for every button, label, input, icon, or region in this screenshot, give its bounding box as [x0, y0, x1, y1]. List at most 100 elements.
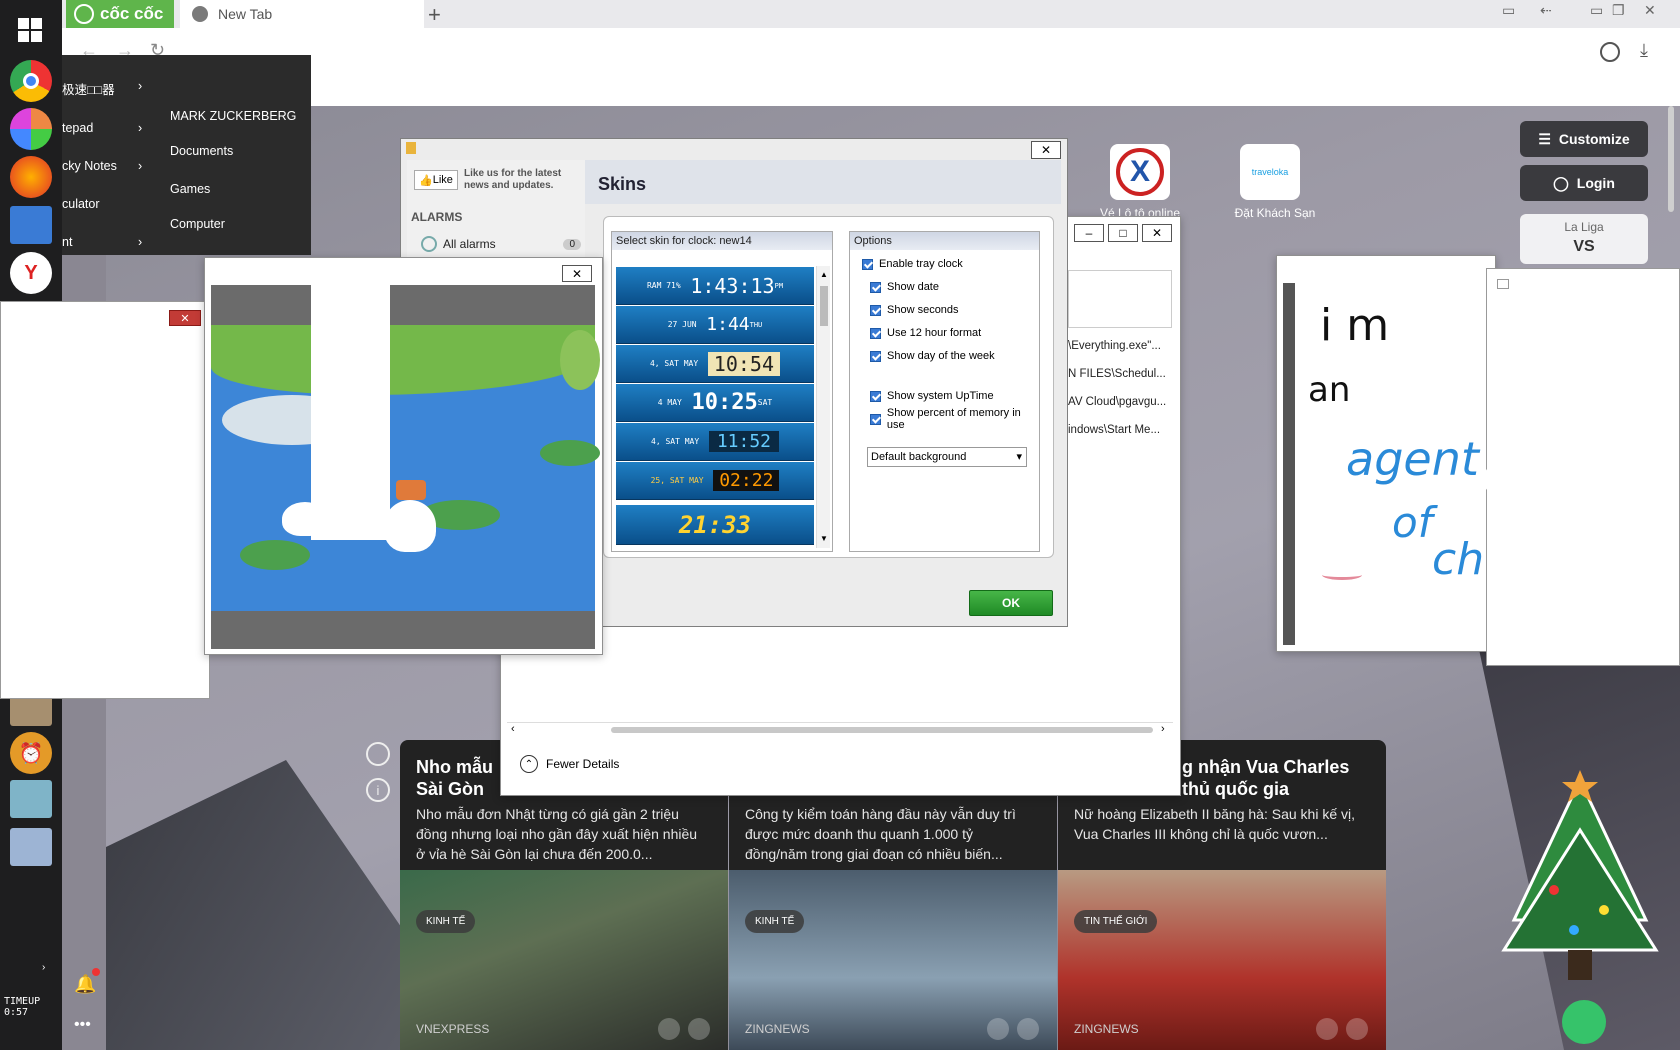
scroll-down-button[interactable] — [1562, 1000, 1606, 1044]
process-path-row[interactable]: indows\Start Me... — [1068, 424, 1178, 436]
skins-close-button[interactable]: ✕ — [1031, 141, 1061, 159]
process-path-row[interactable]: \Everything.exe"... — [1068, 340, 1178, 352]
windows-start-icon[interactable] — [18, 18, 42, 42]
skin-option[interactable]: 4, SAT MAY 10:54 — [616, 345, 814, 383]
more-options-icon[interactable] — [688, 1018, 710, 1040]
profile-icon[interactable] — [1600, 42, 1620, 62]
notes-taskbar-icon[interactable] — [10, 780, 52, 818]
start-link-computer[interactable]: Computer — [170, 217, 225, 231]
like-icon[interactable] — [987, 1018, 1009, 1040]
start-item-2[interactable]: cky Notes › — [62, 159, 152, 173]
skin-option[interactable]: 4, SAT MAY 11:52 — [616, 423, 814, 461]
maximize-button[interactable]: □ — [1108, 224, 1138, 242]
monitor-taskbar-icon[interactable] — [10, 828, 52, 866]
notification-bell-icon[interactable]: 🔔 — [74, 974, 96, 995]
game-close-button[interactable]: ✕ — [562, 265, 592, 282]
checkbox-checked-icon[interactable] — [870, 304, 881, 316]
scroll-up-icon[interactable]: ▲ — [820, 270, 828, 279]
all-alarms-item[interactable]: All alarms 0 — [421, 236, 581, 252]
like-icon[interactable] — [1316, 1018, 1338, 1040]
background-select-value: Default background — [871, 451, 967, 463]
news-source[interactable]: VNEXPRESS — [416, 1022, 489, 1036]
new-tab-plus-icon[interactable]: + — [428, 2, 441, 28]
minimize-button[interactable]: – — [1074, 224, 1104, 242]
news-source[interactable]: ZINGNEWS — [745, 1022, 810, 1036]
scroll-down-icon[interactable]: ▼ — [820, 534, 828, 543]
scrollbar-thumb[interactable] — [611, 727, 1153, 733]
blank-window-close-button[interactable]: ✕ — [169, 310, 201, 326]
process-path-row[interactable]: AV Cloud\pgavgu... — [1068, 396, 1178, 408]
more-options-icon[interactable] — [1346, 1018, 1368, 1040]
start-item-label: nt — [62, 235, 73, 249]
fewer-details-button[interactable]: ⌃ Fewer Details — [520, 755, 619, 773]
login-button[interactable]: ◯ Login — [1520, 165, 1648, 201]
start-item-1[interactable]: tepad › — [62, 121, 152, 135]
option-memory-percent[interactable]: Show percent of memory in use — [870, 407, 1039, 431]
page-scrollbar[interactable] — [1668, 106, 1674, 212]
more-options-icon[interactable] — [1017, 1018, 1039, 1040]
option-show-seconds[interactable]: Show seconds — [870, 302, 959, 318]
goose-sprite[interactable] — [282, 502, 328, 536]
browser-colorful-icon[interactable] — [10, 108, 52, 150]
coccoc-brand-button[interactable]: cốc cốc — [66, 0, 174, 28]
start-item-4[interactable]: nt › — [62, 235, 152, 249]
skin-option[interactable]: 4 MAY 10:25 SAT — [616, 384, 814, 422]
option-show-date[interactable]: Show date — [870, 279, 939, 295]
settings-gear-icon[interactable] — [366, 742, 390, 766]
option-enable-tray-clock[interactable]: Enable tray clock — [862, 256, 963, 272]
checkbox-checked-icon[interactable] — [870, 390, 881, 402]
restore-icon[interactable]: ❐ — [1612, 2, 1625, 19]
more-dots-icon[interactable]: ••• — [74, 1016, 91, 1034]
start-link-user[interactable]: MARK ZUCKERBERG — [170, 109, 296, 123]
info-icon[interactable]: i — [366, 778, 390, 802]
skin-option[interactable]: 27 JUN 1:44 THU — [616, 306, 814, 344]
expand-arrow-icon[interactable]: › — [42, 962, 45, 973]
close-icon[interactable]: ✕ — [1644, 2, 1656, 19]
news-tag[interactable]: KINH TẾ — [416, 910, 476, 933]
option-day-of-week[interactable]: Show day of the week — [870, 348, 995, 364]
horizontal-scrollbar[interactable]: ‹ › — [507, 722, 1173, 736]
start-link-documents[interactable]: Documents — [170, 144, 233, 158]
file-explorer-icon[interactable] — [10, 206, 52, 244]
ok-button[interactable]: OK — [969, 590, 1053, 616]
back-arrow-icon[interactable]: ⇠ — [1540, 2, 1552, 19]
close-button[interactable]: ✕ — [1142, 224, 1172, 242]
skin-list-scrollbar[interactable]: ▲ ▼ — [816, 266, 830, 548]
yandex-icon[interactable]: Y — [10, 252, 52, 294]
checkbox-checked-icon[interactable] — [870, 281, 881, 293]
start-link-games[interactable]: Games — [170, 182, 210, 196]
like-icon[interactable] — [658, 1018, 680, 1040]
news-tag[interactable]: TIN THẾ GIỚI — [1074, 910, 1158, 933]
skin-option[interactable]: RAM 71% 1:43:13 PM — [616, 267, 814, 305]
la-liga-widget[interactable]: La Liga VS — [1520, 214, 1648, 264]
alarm-clock-icon[interactable]: ⏰ — [10, 732, 52, 774]
start-item-3[interactable]: culator — [62, 197, 152, 211]
customize-button[interactable]: ☰ Customize — [1520, 121, 1648, 157]
like-button[interactable]: 👍 Like — [414, 170, 458, 190]
scroll-thumb[interactable] — [820, 286, 828, 326]
goose-sprite[interactable] — [1484, 458, 1538, 498]
skin-option[interactable]: 25, SAT MAY 02:22 — [616, 462, 814, 500]
firefox-icon[interactable] — [10, 156, 52, 198]
goose-sprite[interactable] — [384, 500, 436, 552]
option-12-hour[interactable]: Use 12 hour format — [870, 325, 981, 341]
start-item-0[interactable]: 极速□□器 › — [62, 79, 152, 98]
news-source[interactable]: ZINGNEWS — [1074, 1022, 1139, 1036]
checkbox-checked-icon[interactable] — [870, 327, 881, 339]
screen-capture-icon[interactable]: ▭ — [1502, 2, 1515, 19]
shortcut-traveloka[interactable]: traveloka — [1240, 144, 1300, 200]
option-system-uptime[interactable]: Show system UpTime — [870, 388, 994, 404]
download-icon[interactable]: ⤓ — [1640, 40, 1648, 61]
clock-date: 4, SAT MAY — [651, 437, 700, 446]
chrome-icon[interactable] — [10, 60, 52, 102]
checkbox-checked-icon[interactable] — [870, 350, 881, 362]
skin-option[interactable]: 21:33 — [616, 505, 814, 545]
background-select[interactable]: Default background ▾ — [867, 447, 1027, 467]
checkbox-checked-icon[interactable] — [862, 258, 873, 270]
minimize-icon[interactable]: ▭ — [1590, 2, 1603, 19]
checkbox-checked-icon[interactable] — [870, 413, 881, 425]
tab-new-tab[interactable]: New Tab — [180, 0, 424, 28]
news-tag[interactable]: KINH TẾ — [745, 910, 805, 933]
process-path-row[interactable]: N FILES\Schedul... — [1068, 368, 1178, 380]
shortcut-lotto[interactable]: X — [1110, 144, 1170, 200]
